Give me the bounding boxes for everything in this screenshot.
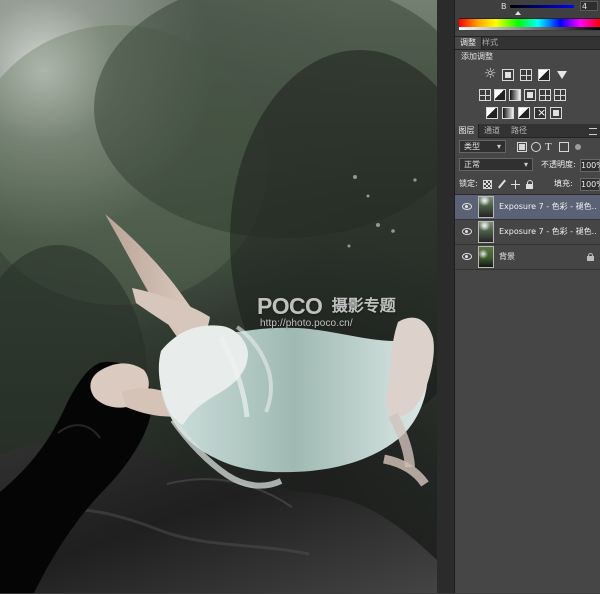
visibility-eye-icon[interactable] (462, 228, 472, 235)
color-spectrum[interactable] (459, 18, 600, 30)
layer-thumbnail[interactable] (478, 221, 494, 243)
blend-mode-select[interactable]: 正常 (459, 158, 533, 171)
opacity-field[interactable]: 100% (580, 159, 600, 172)
layer-list: Exposure 7 - 色彩 - 褪色... Exposure 7 - 色彩 … (455, 194, 600, 594)
photo-canvas[interactable]: POCO 摄影专题 http://photo.poco.cn/ (0, 0, 437, 593)
tab-adjustments[interactable]: 调整 (455, 37, 482, 49)
adjustment-icons-row-2 (479, 88, 584, 102)
poco-watermark: POCO 摄影专题 http://photo.poco.cn/ (257, 293, 407, 336)
blue-channel-label: B (501, 2, 507, 11)
layer-thumbnail[interactable] (478, 196, 494, 218)
shape-layer-filter-icon[interactable] (559, 142, 569, 152)
tab-channels[interactable]: 通道 (484, 124, 500, 138)
type-layer-filter-icon[interactable]: T (545, 142, 555, 153)
blend-opacity-row: 正常 不透明度: 100% (459, 158, 600, 173)
adjustments-panel: 调整 样式 添加调整 (455, 36, 600, 125)
exposure-icon[interactable] (538, 69, 550, 81)
color-balance-icon[interactable] (494, 89, 506, 101)
layer-kind-select[interactable]: 类型 (459, 140, 506, 153)
fill-label: 填充: (554, 179, 573, 188)
tab-layers[interactable]: 图层 (455, 124, 479, 138)
layers-tabs: 图层 通道 路径 (455, 124, 600, 138)
blue-channel-thumb[interactable] (515, 11, 521, 15)
lock-fill-row: 锁定: 填充: 100% (459, 177, 600, 192)
lock-image-pixels-icon[interactable] (497, 180, 506, 189)
layer-row[interactable]: Exposure 7 - 色彩 - 褪色... (455, 220, 600, 245)
watermark-url: http://photo.poco.cn/ (260, 318, 353, 329)
fill-field[interactable]: 100% (580, 178, 600, 191)
tab-paths[interactable]: 路径 (511, 124, 527, 138)
visibility-eye-icon[interactable] (462, 253, 472, 260)
photo-filter-icon[interactable] (524, 89, 536, 101)
gradient-map-icon[interactable] (550, 107, 562, 119)
layer-filter-icons: T (517, 142, 597, 153)
curves-icon[interactable] (520, 69, 532, 81)
brightness-contrast-icon[interactable] (484, 66, 497, 82)
hue-saturation-icon[interactable] (479, 89, 491, 101)
pixel-layer-filter-icon[interactable] (517, 142, 527, 152)
layers-panel: 图层 通道 路径 类型 T 正常 不透明度: 100% 锁定: 填充: 100% (455, 124, 600, 593)
layer-name: Exposure 7 - 色彩 - 褪色... (499, 227, 596, 236)
layer-row[interactable]: Exposure 7 - 色彩 - 褪色... (455, 195, 600, 220)
selective-color-icon[interactable] (534, 106, 546, 119)
layer-name: Exposure 7 - 色彩 - 褪色... (499, 202, 596, 211)
adjustments-tabs: 调整 样式 (455, 37, 600, 50)
watermark-brand: POCO (257, 293, 323, 319)
threshold-icon[interactable] (518, 107, 530, 119)
blue-channel-slider[interactable] (510, 5, 574, 8)
add-adjustment-label: 添加调整 (461, 52, 493, 61)
color-channel-row: B 4 (461, 1, 598, 15)
panel-splitter[interactable] (437, 0, 455, 593)
channel-mixer-icon[interactable] (539, 89, 551, 101)
levels-icon[interactable] (502, 69, 514, 81)
vibrance-triangle-icon[interactable] (556, 69, 568, 81)
invert-icon[interactable] (486, 107, 498, 119)
blue-channel-value[interactable]: 4 (580, 1, 598, 11)
lock-label: 锁定: (459, 179, 478, 188)
tab-styles[interactable]: 样式 (482, 37, 498, 49)
lock-position-icon[interactable] (511, 180, 520, 189)
layer-row[interactable]: 背景 (455, 245, 600, 270)
lock-transparency-icon[interactable] (483, 180, 492, 189)
color-lookup-icon[interactable] (554, 89, 566, 101)
layer-name: 背景 (499, 252, 515, 261)
layer-thumbnail[interactable] (478, 246, 494, 268)
panel-menu-icon[interactable] (589, 128, 597, 135)
adjustment-icons-row-1 (484, 66, 589, 82)
smart-object-filter-icon[interactable] (573, 142, 583, 152)
adjustment-layer-filter-icon[interactable] (531, 142, 541, 152)
lock-options (483, 180, 538, 190)
opacity-label: 不透明度: (541, 160, 576, 169)
black-white-icon[interactable] (509, 89, 521, 101)
adjustment-icons-row-3 (486, 106, 591, 120)
lock-all-icon[interactable] (525, 180, 534, 189)
posterize-icon[interactable] (502, 107, 514, 119)
layer-filter-row: 类型 T (459, 139, 597, 154)
visibility-eye-icon[interactable] (462, 203, 472, 210)
layer-lock-icon (587, 253, 594, 261)
watermark-title: 摄影专题 (331, 298, 396, 315)
